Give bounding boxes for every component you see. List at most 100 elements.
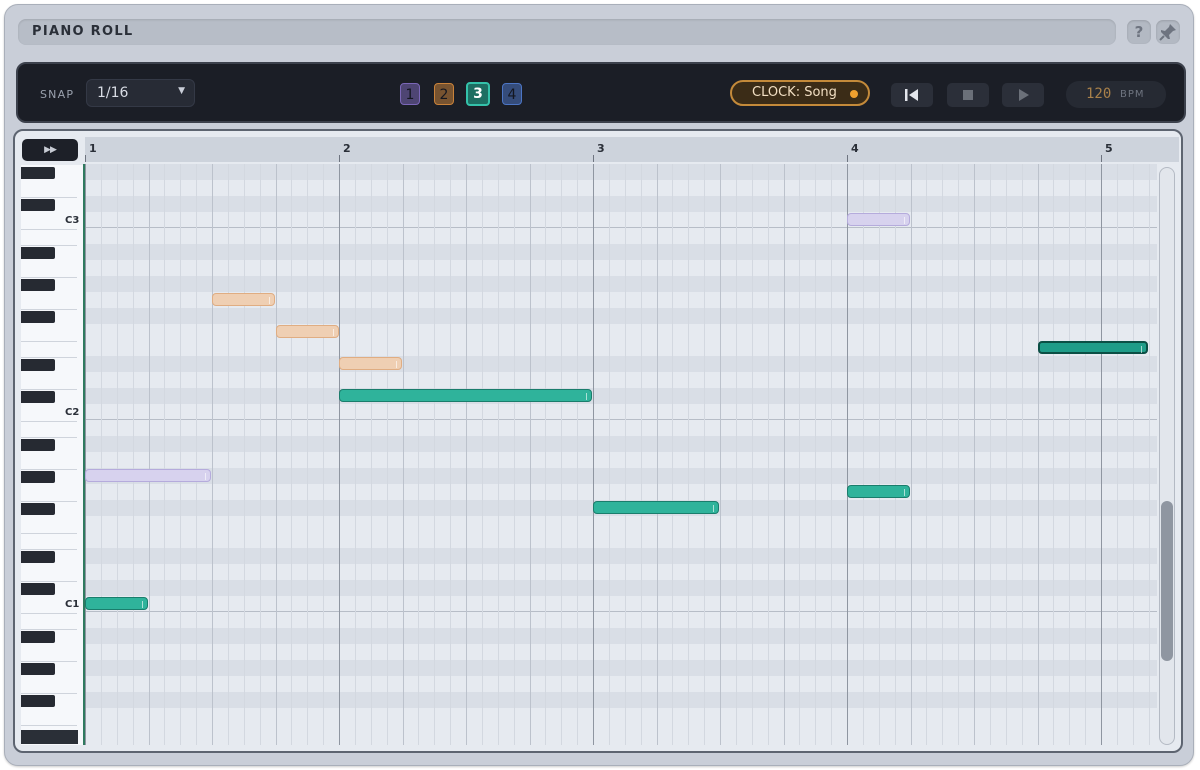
stop-button[interactable]	[947, 83, 989, 107]
white-key-divider	[21, 613, 77, 614]
snap-dropdown[interactable]: 1/16 ▼	[86, 79, 195, 107]
bar-line	[593, 164, 594, 745]
bar-tick	[85, 155, 86, 162]
black-key[interactable]	[21, 695, 55, 707]
step-line	[895, 164, 896, 745]
pin-icon	[1159, 24, 1176, 41]
follow-playhead-button[interactable]: ▶▶	[22, 139, 78, 161]
step-line	[387, 164, 388, 745]
octave-label: C3	[65, 215, 80, 226]
step-line	[371, 164, 372, 745]
step-line	[942, 164, 943, 745]
timeline-ruler[interactable]: 1 2 3 4 5	[85, 137, 1179, 162]
white-key-divider	[21, 437, 77, 438]
clock-source-button[interactable]: CLOCK: Song	[730, 80, 870, 106]
vertical-scrollbar[interactable]	[1159, 167, 1175, 745]
black-key[interactable]	[21, 503, 55, 515]
step-line	[1149, 164, 1150, 745]
note-E2[interactable]	[1038, 341, 1148, 354]
step-line	[1006, 164, 1007, 745]
bar-number: 2	[343, 142, 351, 155]
note-grid[interactable]	[85, 164, 1157, 745]
note-Cs2[interactable]	[339, 389, 592, 402]
note-Fs1[interactable]	[593, 501, 719, 514]
step-line	[545, 164, 546, 745]
white-key-divider	[21, 469, 77, 470]
black-key[interactable]	[21, 439, 55, 451]
note-Ds2[interactable]	[339, 357, 402, 370]
octave-line	[85, 419, 1157, 420]
white-key-divider	[21, 229, 77, 230]
black-key[interactable]	[21, 391, 55, 403]
black-key[interactable]	[21, 471, 55, 483]
note-G1[interactable]	[847, 485, 910, 498]
piano-roll-editor: ▶▶ 1 2 3 4 5 C3 C2 C1	[13, 129, 1183, 753]
piano-keyboard[interactable]: C3 C2 C1	[21, 165, 84, 745]
black-key-lane	[85, 276, 1157, 292]
beat-line	[149, 164, 150, 745]
step-line	[990, 164, 991, 745]
pattern-button-3[interactable]: 3	[466, 82, 490, 106]
note-C1[interactable]	[85, 597, 148, 610]
step-line	[418, 164, 419, 745]
rewind-button[interactable]	[891, 83, 933, 107]
black-key[interactable]	[21, 663, 55, 675]
black-key-lane	[85, 548, 1157, 564]
pattern-button-4[interactable]: 4	[502, 83, 522, 105]
white-key-divider	[21, 357, 77, 358]
black-key[interactable]	[21, 359, 55, 371]
step-line	[863, 164, 864, 745]
beat-line	[974, 164, 975, 745]
black-key-lane	[85, 356, 1157, 372]
black-key[interactable]	[21, 583, 55, 595]
stop-icon	[963, 90, 973, 100]
beat-line	[276, 164, 277, 745]
black-key[interactable]	[21, 631, 55, 643]
black-key[interactable]	[21, 311, 55, 323]
play-button[interactable]	[1002, 83, 1044, 107]
step-line	[180, 164, 181, 745]
black-key-lane	[85, 308, 1157, 324]
pattern-button-1[interactable]: 1	[400, 83, 420, 105]
snap-label: SNAP	[40, 88, 75, 101]
help-button[interactable]: ?	[1127, 20, 1151, 44]
scrollbar-thumb[interactable]	[1161, 501, 1173, 661]
note-Gs1[interactable]	[85, 469, 211, 482]
black-key-lane	[85, 660, 1157, 676]
beat-line	[911, 164, 912, 745]
step-line	[768, 164, 769, 745]
step-line	[1117, 164, 1118, 745]
step-line	[164, 164, 165, 745]
bar-line	[85, 164, 86, 745]
black-key-lane	[85, 468, 1157, 484]
beat-line	[212, 164, 213, 745]
step-line	[577, 164, 578, 745]
pin-button[interactable]	[1156, 20, 1180, 44]
black-key[interactable]	[21, 279, 55, 291]
black-key[interactable]	[21, 199, 55, 211]
black-key[interactable]	[21, 167, 55, 179]
note-G2[interactable]	[212, 293, 275, 306]
step-line	[561, 164, 562, 745]
step-line	[260, 164, 261, 745]
step-line	[228, 164, 229, 745]
white-key-divider	[21, 661, 77, 662]
step-line	[736, 164, 737, 745]
chevron-down-icon: ▼	[178, 86, 185, 96]
title-bar[interactable]: PIANO ROLL	[18, 19, 1116, 45]
black-key[interactable]	[21, 247, 55, 259]
tempo-display[interactable]: 120 BPM	[1066, 81, 1166, 108]
step-line	[307, 164, 308, 745]
step-line	[434, 164, 435, 745]
note-C3[interactable]	[847, 213, 910, 226]
pattern-button-2[interactable]: 2	[434, 83, 454, 105]
step-line	[831, 164, 832, 745]
white-key-divider	[21, 693, 77, 694]
octave-line	[85, 227, 1157, 228]
bar-line	[1101, 164, 1102, 745]
skip-back-icon	[905, 89, 918, 101]
black-key[interactable]	[21, 551, 55, 563]
step-line	[133, 164, 134, 745]
note-F2[interactable]	[276, 325, 339, 338]
clock-status-dot	[850, 90, 858, 98]
